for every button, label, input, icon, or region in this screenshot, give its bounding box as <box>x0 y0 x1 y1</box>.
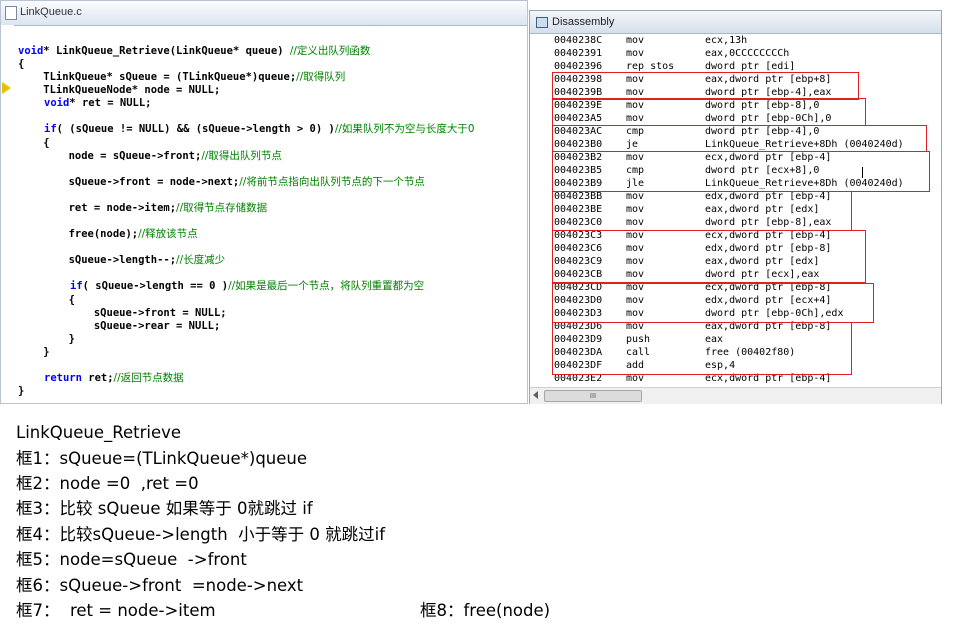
code-line: if( (sQueue != NULL) && (sQueue->length … <box>44 123 475 135</box>
code-line: sQueue->front = NULL; <box>18 307 227 319</box>
scroll-thumb[interactable]: III <box>544 390 642 402</box>
code-line: sQueue->rear = NULL; <box>18 320 221 332</box>
asm-row: 00402391 mov eax,0CCCCCCCCh <box>554 48 790 59</box>
code-line: { <box>18 58 25 70</box>
disassembly-window-icon <box>536 17 548 28</box>
note-box-6: 框6：sQueue->front =node->next <box>16 576 304 595</box>
code-line: sQueue->front = node->next;//将前节点指向出队列节点… <box>18 176 425 188</box>
note-box-8: 框8：free(node) <box>420 601 551 620</box>
code-line: void* LinkQueue_Retrieve(LinkQueue* queu… <box>18 45 371 57</box>
disassembly-title-bar[interactable]: Disassembly <box>530 11 941 34</box>
code-line: node = sQueue->front;//取得出队列节点 <box>18 150 282 162</box>
scroll-left-arrow-icon[interactable] <box>533 391 538 399</box>
highlight-box-2 <box>552 98 866 126</box>
highlight-box-6 <box>552 230 866 283</box>
editor-tab[interactable]: LinkQueue.c <box>1 1 527 26</box>
highlight-box-4 <box>552 151 930 192</box>
editor-tab-label: LinkQueue.c <box>20 6 82 18</box>
highlight-box-8 <box>552 322 852 375</box>
code-line: { <box>18 294 75 306</box>
disassembly-title: Disassembly <box>552 16 615 28</box>
horizontal-scrollbar[interactable]: III <box>530 387 941 404</box>
asm-row: 0040238C mov ecx,13h <box>554 35 748 46</box>
editor-gutter <box>1 25 14 403</box>
note-box-4: 框4：比较sQueue->length 小于等于 0 就跳过if <box>16 525 386 544</box>
highlight-box-5 <box>552 191 852 231</box>
code-line: TLinkQueue* sQueue = (TLinkQueue*)queue;… <box>18 71 346 83</box>
file-icon <box>5 6 17 20</box>
note-box-3: 框3：比较 sQueue 如果等于 0就跳过 if <box>16 499 313 518</box>
code-line: void* ret = NULL; <box>44 97 152 109</box>
highlight-box-7 <box>552 283 874 323</box>
code-line: free(node);//释放该节点 <box>18 228 198 240</box>
disassembly-window: Disassembly 0040238C mov ecx,13h 00402391 m… <box>529 10 942 404</box>
highlight-box-1 <box>552 72 859 100</box>
code-editor-window: LinkQueue.c void* LinkQueue_Retrieve(Lin… <box>0 0 528 404</box>
note-box-1: 框1：sQueue=(TLinkQueue*)queue <box>16 449 308 468</box>
code-line: } <box>18 385 25 397</box>
note-box-7: 框7： ret = node->item <box>16 601 216 620</box>
notes-title: LinkQueue_Retrieve <box>16 423 182 442</box>
current-line-arrow-icon <box>2 82 11 94</box>
code-line: TLinkQueueNode* node = NULL; <box>18 84 221 96</box>
code-line: ret = node->item;//取得节点存储数据 <box>18 202 268 214</box>
note-box-5: 框5：node=sQueue ->front <box>16 550 247 569</box>
code-line: sQueue->length--;//长度减少 <box>18 254 226 266</box>
code-line: if( sQueue->length == 0 )//如果是最后一个节点，将队列… <box>70 280 425 292</box>
code-line: return ret;//返回节点数据 <box>44 372 184 384</box>
code-line: { <box>18 137 50 149</box>
highlight-box-3 <box>552 125 927 152</box>
code-line: } <box>18 333 75 345</box>
text-cursor <box>862 167 863 178</box>
note-box-2: 框2：node =0 ,ret =0 <box>16 474 199 493</box>
code-line: } <box>18 346 50 358</box>
